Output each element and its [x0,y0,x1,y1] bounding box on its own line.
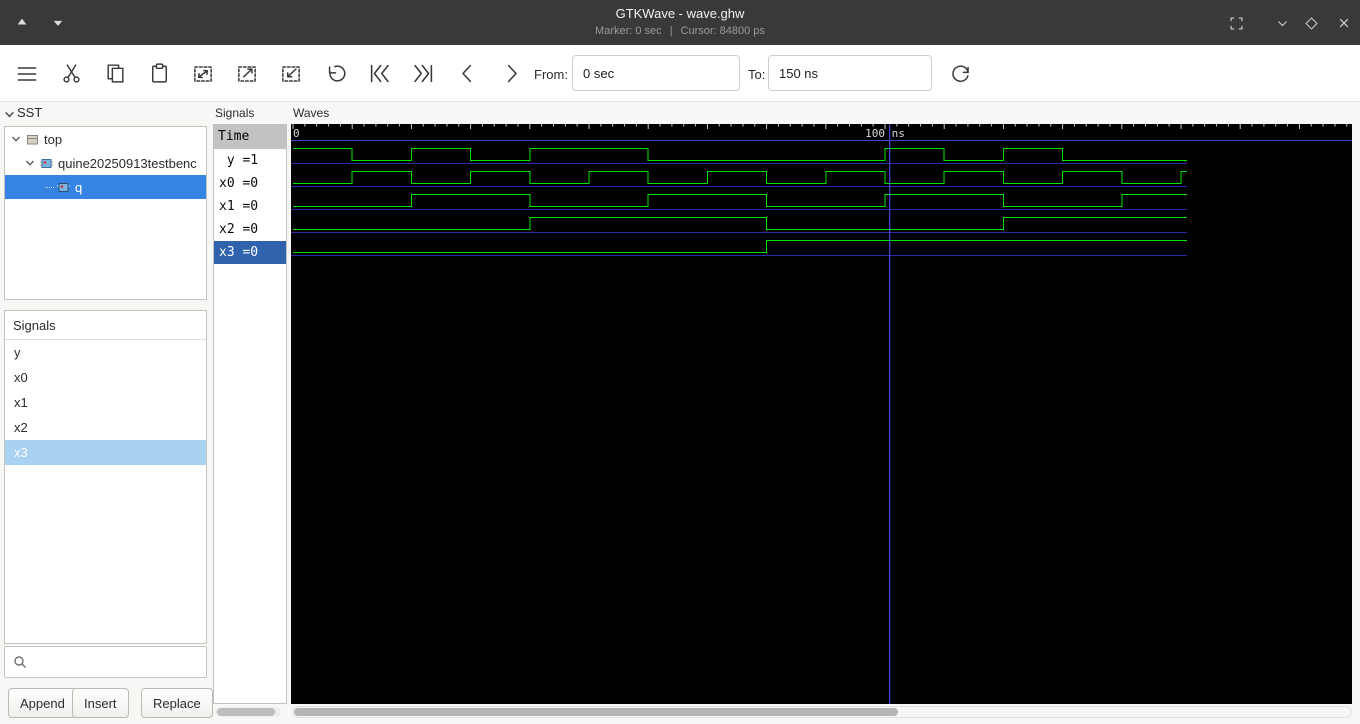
step-back-icon[interactable] [448,55,486,92]
scrollbar-handle[interactable] [217,708,275,716]
expander-icon[interactable] [25,158,35,168]
svg-text:100 ns: 100 ns [865,127,905,140]
chip-icon [40,158,53,168]
insert-button[interactable]: Insert [72,688,129,718]
to-input[interactable] [768,55,932,91]
wave-horizontal-scrollbar[interactable] [292,706,1352,718]
tree-item-quine-testbench[interactable]: quine20250913testbenc [5,151,206,175]
tree-item-top[interactable]: top [5,127,206,151]
signals-list-header: Signals [5,311,206,340]
from-input[interactable] [572,55,740,91]
undo-icon[interactable] [316,55,354,92]
paste-icon[interactable] [140,55,178,92]
time-header[interactable]: Time [214,125,286,149]
signal-values-panel: Time y =1 x0 =0 x1 =0 x2 =0 x3 =0 [213,124,287,704]
signal-search-panel: Signals y x0 x1 x2 x3 [4,310,207,644]
gtkwave-window: GTKWave - wave.ghw Marker: 0 sec | Cursor:… [0,0,1360,724]
from-label: From: [534,67,568,82]
toolbar: From: To: [0,45,1360,102]
replace-button[interactable]: Replace [141,688,213,718]
reload-icon[interactable] [942,55,980,92]
chevron-down-icon[interactable] [1270,12,1294,34]
window-title: GTKWave - wave.ghw [615,6,745,21]
tree-item-q[interactable]: q [5,175,206,199]
copy-icon[interactable] [96,55,134,92]
sst-tree-panel: top quine20250913testbenc q [4,126,207,300]
step-forward-icon[interactable] [492,55,530,92]
zoom-fit-icon[interactable] [184,55,222,92]
skip-to-start-icon[interactable] [360,55,398,92]
waves-panel-header: Waves [293,106,330,120]
scrollbar-handle[interactable] [294,708,898,716]
waveform-canvas[interactable]: 0 100 ns [291,124,1352,704]
names-horizontal-scrollbar[interactable] [215,707,281,717]
chip-icon [57,182,70,192]
fullscreen-icon[interactable] [1224,12,1248,34]
status-separator: | [669,25,673,37]
signal-value-row-x3[interactable]: x3 =0 [214,241,286,264]
signal-list-item-y[interactable]: y [5,340,206,365]
cut-icon[interactable] [52,55,90,92]
zoom-in-icon[interactable] [228,55,266,92]
tree-connector [45,186,54,188]
signals-panel-header: Signals [215,106,255,120]
cursor-status: Cursor: 84800 ps [680,25,765,37]
signal-value-row-x1[interactable]: x1 =0 [214,195,286,218]
tree-item-label: top [44,131,63,147]
signal-value-row-x2[interactable]: x2 =0 [214,218,286,241]
close-icon[interactable] [1332,12,1356,34]
append-button[interactable]: Append [8,688,77,718]
svg-text:0: 0 [293,127,300,140]
marker-cursor-status: Marker: 0 sec | Cursor: 84800 ps [0,25,1360,37]
module-box-icon [27,134,38,144]
maximize-diamond-icon[interactable] [1299,12,1323,34]
signal-value-row-y[interactable]: y =1 [214,149,286,172]
signal-search-box [4,646,207,678]
waveform-area[interactable]: 0 100 ns [291,124,1352,704]
tree-item-label: q [75,179,83,195]
menu-icon[interactable] [8,55,46,92]
marker-status: Marker: 0 sec [595,25,662,37]
signal-list-item-x2[interactable]: x2 [5,415,206,440]
signal-value-row-x0[interactable]: x0 =0 [214,172,286,195]
zoom-out-icon[interactable] [272,55,310,92]
tree-item-label: quine20250913testbenc [58,155,197,171]
to-label: To: [748,67,766,82]
search-icon [14,656,26,668]
signal-list-item-x0[interactable]: x0 [5,365,206,390]
signal-list-item-x1[interactable]: x1 [5,390,206,415]
search-input[interactable] [33,648,203,676]
signal-list-item-x3[interactable]: x3 [5,440,206,465]
sst-header: SST [17,105,43,120]
titlebar: GTKWave - wave.ghw Marker: 0 sec | Cursor:… [0,0,1360,45]
expander-icon[interactable] [11,134,21,144]
sst-collapse-icon[interactable] [4,107,15,125]
skip-to-end-icon[interactable] [404,55,442,92]
